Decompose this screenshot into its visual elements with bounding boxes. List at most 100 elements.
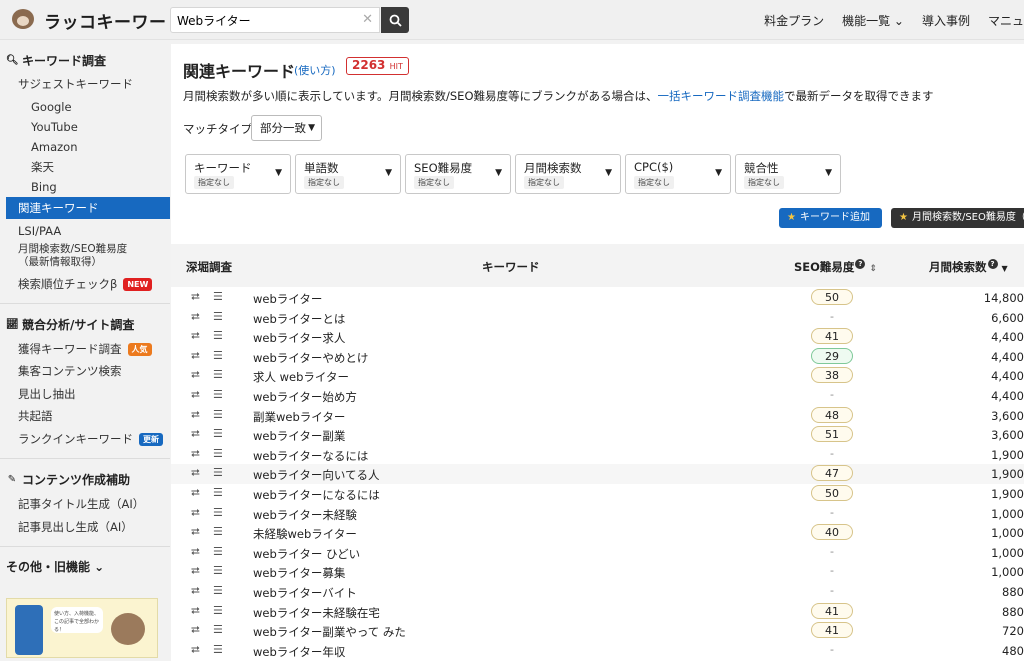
filter-seo[interactable]: SEO難易度 指定なし ▼ (405, 154, 511, 194)
dig-icon[interactable]: ⮂ (191, 329, 200, 343)
filter-cpc[interactable]: CPC($) 指定なし ▼ (625, 154, 731, 194)
menu-icon[interactable]: ☰ (213, 290, 223, 303)
keyword-cell[interactable]: webライター未経験 (253, 507, 357, 523)
info-icon[interactable]: ? (855, 259, 866, 269)
keyword-cell[interactable]: webライター始め方 (253, 389, 357, 405)
clear-icon[interactable]: ✕ (362, 12, 373, 27)
dig-icon[interactable]: ⮂ (191, 525, 200, 539)
menu-icon[interactable]: ☰ (213, 388, 223, 401)
dig-icon[interactable]: ⮂ (191, 388, 200, 402)
dig-icon[interactable]: ⮂ (191, 584, 200, 598)
sidebar-item-content-search[interactable]: 集客コンテンツ検索 (18, 361, 122, 381)
sidebar-item-rank-check[interactable]: 検索順位チェックβ NEW (18, 274, 153, 294)
sidebar-item-youtube[interactable]: YouTube (31, 117, 78, 137)
dig-icon[interactable]: ⮂ (191, 643, 200, 657)
keyword-cell[interactable]: webライター ひどい (253, 546, 360, 562)
menu-icon[interactable]: ☰ (213, 623, 223, 636)
dig-icon[interactable]: ⮂ (191, 290, 200, 304)
dig-icon[interactable]: ⮂ (191, 604, 200, 618)
menu-icon[interactable]: ☰ (213, 643, 223, 656)
dig-icon[interactable]: ⮂ (191, 545, 200, 559)
sidebar-item-suggest[interactable]: サジェストキーワード (18, 74, 133, 94)
match-type-select[interactable]: 部分一致 ▼ (251, 115, 322, 141)
promo-banner[interactable]: 使い方、入荷機能、この記事で全部わかる！ (6, 598, 158, 658)
keyword-cell[interactable]: 未経験webライター (253, 526, 357, 542)
sidebar-item-title-gen[interactable]: 記事タイトル生成（AI） (18, 494, 144, 514)
header-seo[interactable]: SEO難易度? ⇕ (794, 259, 877, 275)
menu-icon[interactable]: ☰ (213, 545, 223, 558)
sidebar-item-rankin[interactable]: ランクインキーワード 更新 (18, 429, 163, 449)
menu-icon[interactable]: ☰ (213, 349, 223, 362)
nav-pricing[interactable]: 料金プラン (764, 12, 824, 29)
keyword-cell[interactable]: webライターバイト (253, 585, 357, 601)
keyword-cell[interactable]: webライター未経験在宅 (253, 605, 380, 621)
sidebar-item-google[interactable]: Google (31, 97, 72, 117)
search-button[interactable] (381, 7, 409, 33)
sidebar-item-monthly-line2[interactable]: （最新情報取得） (18, 256, 102, 269)
sort-desc-icon[interactable]: ▼ (1002, 264, 1008, 273)
filter-keyword[interactable]: キーワード 指定なし ▼ (185, 154, 291, 194)
dig-icon[interactable]: ⮂ (191, 427, 200, 441)
keyword-cell[interactable]: webライター募集 (253, 565, 345, 581)
add-keyword-button[interactable]: ★ キーワード追加 (779, 208, 882, 228)
dig-icon[interactable]: ⮂ (191, 466, 200, 480)
sidebar-item-lsi[interactable]: LSI/PAA (18, 221, 61, 241)
keyword-cell[interactable]: webライター副業やって みた (253, 624, 406, 640)
sidebar-item-monthly-line1[interactable]: 月間検索数/SEO難易度 (18, 243, 127, 256)
dig-icon[interactable]: ⮂ (191, 486, 200, 500)
sidebar-item-bing[interactable]: Bing (31, 177, 57, 197)
keyword-cell[interactable]: webライターなるには (253, 448, 368, 464)
menu-icon[interactable]: ☰ (213, 466, 223, 479)
keyword-cell[interactable]: webライター向いてる人 (253, 467, 379, 483)
menu-icon[interactable]: ☰ (213, 564, 223, 577)
menu-icon[interactable]: ☰ (213, 584, 223, 597)
sidebar-item-heading-gen[interactable]: 記事見出し生成（AI） (18, 517, 133, 537)
header-volume[interactable]: 月間検索数? ▼ (929, 259, 1008, 275)
menu-icon[interactable]: ☰ (213, 447, 223, 460)
search-input[interactable] (171, 8, 379, 32)
dig-icon[interactable]: ⮂ (191, 310, 200, 324)
dig-icon[interactable]: ⮂ (191, 447, 200, 461)
howto-link[interactable]: (使い方) (294, 62, 336, 78)
keyword-cell[interactable]: webライターになるには (253, 487, 380, 503)
menu-icon[interactable]: ☰ (213, 427, 223, 440)
sidebar-item-amazon[interactable]: Amazon (31, 137, 77, 157)
logo[interactable]: ラッコキーワード (8, 6, 184, 34)
keyword-cell[interactable]: webライター求人 (253, 330, 345, 346)
keyword-cell[interactable]: webライターとは (253, 311, 345, 327)
keyword-cell[interactable]: webライター年収 (253, 644, 345, 660)
sidebar-item-rakuten[interactable]: 楽天 (31, 157, 54, 177)
menu-icon[interactable]: ☰ (213, 310, 223, 323)
filter-word-count[interactable]: 単語数 指定なし ▼ (295, 154, 401, 194)
keyword-cell[interactable]: 副業webライター (253, 409, 345, 425)
filter-volume[interactable]: 月間検索数 指定なし ▼ (515, 154, 621, 194)
menu-icon[interactable]: ☰ (213, 486, 223, 499)
dig-icon[interactable]: ⮂ (191, 368, 200, 382)
dig-icon[interactable]: ⮂ (191, 623, 200, 637)
keyword-cell[interactable]: webライターやめとけ (253, 350, 368, 366)
dig-icon[interactable]: ⮂ (191, 564, 200, 578)
header-keyword[interactable]: キーワード (482, 259, 540, 275)
info-icon[interactable]: ? (987, 259, 998, 269)
sidebar-item-heading-extract[interactable]: 見出し抽出 (18, 384, 76, 404)
nav-case-studies[interactable]: 導入事例 (922, 12, 970, 29)
bulk-research-link[interactable]: 一括キーワード調査機能 (658, 89, 785, 103)
menu-icon[interactable]: ☰ (213, 604, 223, 617)
menu-icon[interactable]: ☰ (213, 368, 223, 381)
dig-icon[interactable]: ⮂ (191, 408, 200, 422)
sidebar-item-acquired[interactable]: 獲得キーワード調査 人気 (18, 339, 152, 359)
nav-features[interactable]: 機能一覧 ⌄ (842, 12, 904, 29)
dig-icon[interactable]: ⮂ (191, 349, 200, 363)
section-other[interactable]: その他・旧機能 ⌄ (0, 556, 104, 576)
menu-icon[interactable]: ☰ (213, 408, 223, 421)
sidebar-item-related[interactable]: 関連キーワード (6, 197, 170, 219)
menu-icon[interactable]: ☰ (213, 506, 223, 519)
keyword-cell[interactable]: 求人 webライター (253, 369, 349, 385)
nav-manual[interactable]: マニュ (988, 12, 1024, 29)
dig-icon[interactable]: ⮂ (191, 506, 200, 520)
keyword-cell[interactable]: webライター副業 (253, 428, 345, 444)
menu-icon[interactable]: ☰ (213, 525, 223, 538)
keyword-cell[interactable]: webライター (253, 291, 322, 307)
sidebar-item-cooccur[interactable]: 共起語 (18, 406, 53, 426)
menu-icon[interactable]: ☰ (213, 329, 223, 342)
